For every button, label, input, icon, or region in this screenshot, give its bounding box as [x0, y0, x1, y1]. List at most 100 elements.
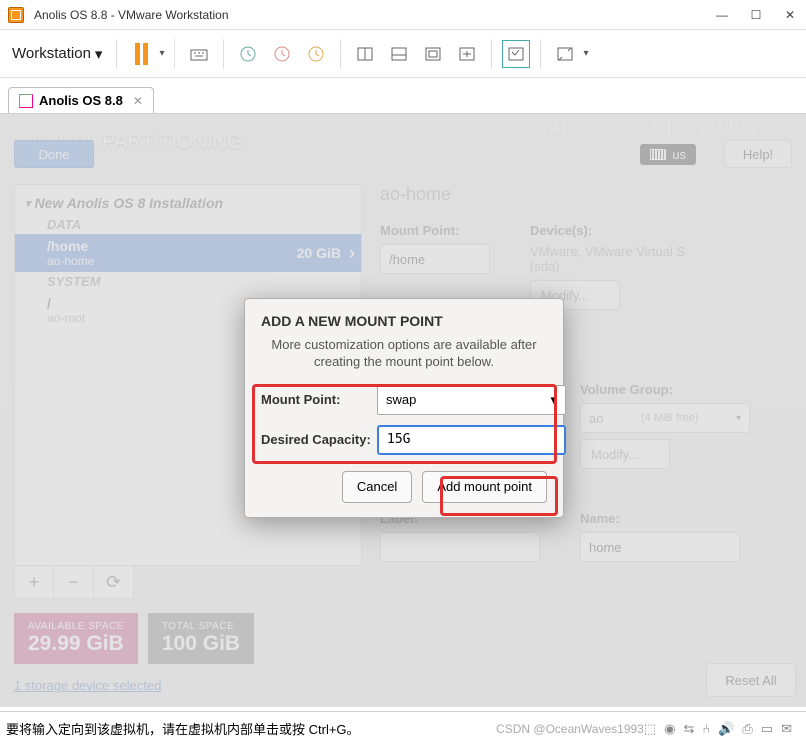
section-label-data: DATA	[15, 215, 361, 234]
clock-gear-icon	[307, 45, 325, 63]
chevron-down-icon: ▾	[736, 413, 741, 424]
install-group-header[interactable]: New Anolis OS 8 Installation	[15, 191, 361, 215]
available-space-box: AVAILABLE SPACE 29.99 GiB	[14, 613, 138, 664]
pause-vm-button[interactable]	[127, 40, 155, 68]
mount-point-input[interactable]	[380, 244, 490, 274]
installer-screen: MANUAL PARTITIONING ANOLIS OS 8 INSTALLA…	[0, 114, 806, 707]
partition-row-home[interactable]: /home ao-home 20 GiB	[15, 234, 361, 272]
maximize-button[interactable]: ☐	[748, 8, 764, 22]
close-tab-icon[interactable]: ✕	[133, 94, 143, 108]
cd-icon[interactable]: ◉	[664, 721, 675, 737]
dialog-title: ADD A NEW MOUNT POINT	[261, 313, 547, 329]
fit-guest-icon	[424, 45, 442, 63]
vm-tab-row: Anolis OS 8.8 ✕	[0, 78, 806, 114]
volume-group-label: Volume Group:	[580, 382, 750, 397]
total-space-label: TOTAL SPACE	[162, 621, 240, 632]
chevron-down-icon: ▾	[550, 392, 557, 408]
clock-plus-icon	[239, 45, 257, 63]
unity-icon	[507, 45, 525, 63]
disk-icon[interactable]: ⬚	[644, 721, 656, 737]
close-button[interactable]: ✕	[782, 8, 798, 22]
name-input[interactable]	[580, 532, 740, 562]
workstation-menu[interactable]: Workstation ▾	[8, 39, 106, 69]
chevron-down-icon[interactable]: ▾	[583, 48, 588, 59]
view-console-button[interactable]	[385, 40, 413, 68]
message-icon[interactable]: ✉	[781, 721, 792, 737]
dialog-add-button[interactable]: Add mount point	[422, 471, 547, 503]
view-fit-button[interactable]	[419, 40, 447, 68]
snapshot-manager-button[interactable]	[302, 40, 330, 68]
snapshot-take-button[interactable]	[234, 40, 262, 68]
modify-vg-button[interactable]: Modify...	[580, 439, 670, 469]
available-space-value: 29.99 GiB	[28, 632, 124, 656]
window-titlebar: Anolis OS 8.8 - VMware Workstation — ☐ ✕	[0, 0, 806, 30]
total-space-value: 100 GiB	[162, 632, 240, 656]
add-partition-button[interactable]: +	[14, 565, 54, 599]
unity-mode-button[interactable]	[502, 40, 530, 68]
stretch-icon	[458, 45, 476, 63]
help-button[interactable]: Help!	[724, 140, 792, 168]
sound-icon[interactable]: 🔊	[718, 721, 734, 737]
volume-group-select[interactable]: ao (4 MiB free) ▾	[580, 403, 750, 433]
snapshot-revert-button[interactable]	[268, 40, 296, 68]
vm-device-icons: ⬚ ◉ ⇆ ⑃ 🔊 ⎙ ▭ ✉	[644, 721, 792, 737]
vm-tab-anolis[interactable]: Anolis OS 8.8 ✕	[8, 87, 154, 113]
keyboard-layout-label: us	[672, 147, 686, 162]
reload-partitions-button[interactable]: ⟳	[94, 565, 134, 599]
vg-free: (4 MiB free)	[641, 412, 698, 424]
reset-all-button[interactable]: Reset All	[706, 663, 796, 697]
dialog-mount-select[interactable]: swap ▾	[377, 385, 566, 415]
minimize-button[interactable]: —	[714, 8, 730, 22]
vmware-statusbar: 要将输入定向到该虚拟机，请在虚拟机内部单击或按 Ctrl+G。 CSDN @Oc…	[0, 711, 806, 745]
dialog-mount-label: Mount Point:	[261, 392, 371, 407]
details-device-name: ao-home	[380, 184, 792, 205]
network-icon[interactable]: ⇆	[683, 721, 694, 737]
size-label: 20 GiB	[297, 245, 341, 261]
add-mount-point-dialog: ADD A NEW MOUNT POINT More customization…	[244, 298, 564, 518]
vg-name: ao	[589, 411, 603, 426]
send-ctrl-alt-del-button[interactable]	[185, 40, 213, 68]
section-label-system: SYSTEM	[15, 272, 361, 291]
total-space-box: TOTAL SPACE 100 GiB	[148, 613, 254, 664]
dialog-subtitle: More customization options are available…	[269, 337, 539, 371]
view-single-button[interactable]	[351, 40, 379, 68]
vmware-toolbar: Workstation ▾ ▾ ▾	[0, 30, 806, 78]
layout-single-icon	[356, 45, 374, 63]
dialog-cancel-button[interactable]: Cancel	[342, 471, 412, 503]
storage-devices-link[interactable]: 1 storage device selected	[14, 678, 362, 693]
window-title: Anolis OS 8.8 - VMware Workstation	[34, 8, 229, 22]
vm-tab-icon	[19, 94, 33, 108]
statusbar-hint: 要将输入定向到该虚拟机，请在虚拟机内部单击或按 Ctrl+G。	[6, 719, 360, 738]
display-icon[interactable]: ▭	[761, 721, 773, 737]
dialog-capacity-input[interactable]	[377, 425, 566, 455]
devices-value: VMware, VMware Virtual S (sda)	[530, 244, 710, 274]
dialog-mount-value: swap	[386, 392, 416, 407]
watermark-text: CSDN @OceanWaves1993	[496, 722, 644, 736]
printer-icon[interactable]: ⎙	[742, 721, 752, 737]
workstation-menu-label: Workstation	[12, 45, 91, 62]
chevron-down-icon: ▾	[95, 45, 103, 63]
mount-point-label: Mount Point:	[380, 223, 490, 238]
usb-icon[interactable]: ⑃	[702, 721, 710, 737]
available-space-label: AVAILABLE SPACE	[28, 621, 124, 632]
keyboard-icon	[650, 149, 666, 160]
fullscreen-button[interactable]	[551, 40, 579, 68]
brand-title: ANOLIS OS 8 INSTALLATION	[550, 118, 792, 139]
label-input[interactable]	[380, 532, 540, 562]
vmware-app-icon	[8, 7, 24, 23]
remove-partition-button[interactable]: −	[54, 565, 94, 599]
fullscreen-icon	[556, 45, 574, 63]
chevron-down-icon[interactable]: ▾	[159, 48, 164, 59]
keyboard-layout-indicator[interactable]: us	[640, 144, 696, 165]
dialog-capacity-label: Desired Capacity:	[261, 432, 371, 447]
vm-tab-label: Anolis OS 8.8	[39, 93, 123, 108]
pause-icon	[135, 43, 148, 65]
devices-label: Device(s):	[530, 223, 710, 238]
done-button[interactable]: Done	[14, 140, 94, 168]
layout-bottom-icon	[390, 45, 408, 63]
device-label: ao-home	[47, 254, 94, 268]
name-label: Name:	[580, 511, 740, 526]
keyboard-send-icon	[190, 45, 208, 63]
mountpoint-label: /home	[47, 238, 94, 254]
view-stretch-button[interactable]	[453, 40, 481, 68]
